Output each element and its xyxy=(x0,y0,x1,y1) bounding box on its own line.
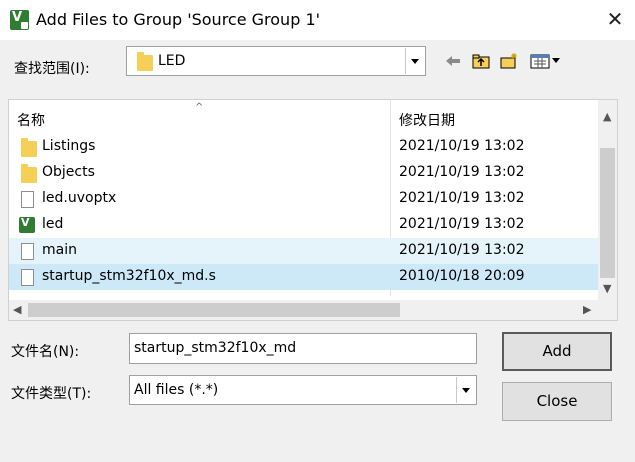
sort-up-icon: ^ xyxy=(195,102,204,113)
folder-icon xyxy=(21,164,37,183)
title-bar: Add Files to Group 'Source Group 1' ✕ xyxy=(0,0,635,40)
file-date: 2010/10/18 20:09 xyxy=(399,268,525,284)
file-name: Listings xyxy=(42,138,96,154)
file-list[interactable]: ^ 名称 修改日期 Listings 2021/10/19 13:02 Obje… xyxy=(8,99,618,321)
filetype-label: 文件类型(T): xyxy=(11,386,92,402)
file-name: startup_stm32f10x_md.s xyxy=(42,268,216,284)
back-arrow-icon[interactable] xyxy=(444,52,462,70)
file-date: 2021/10/19 13:02 xyxy=(399,242,525,258)
vertical-scrollbar[interactable]: ▲ ▼ xyxy=(598,100,617,300)
list-item[interactable]: main 2021/10/19 13:02 xyxy=(9,238,599,264)
scroll-right-icon[interactable]: ▶ xyxy=(583,303,591,316)
folder-icon xyxy=(137,52,153,71)
file-name: Objects xyxy=(42,164,95,180)
column-date[interactable]: 修改日期 xyxy=(399,110,455,130)
horizontal-scrollbar[interactable]: ◀ ▶ xyxy=(9,300,599,320)
close-button[interactable]: Close xyxy=(502,382,612,421)
column-name[interactable]: 名称 xyxy=(17,110,45,130)
list-item-selected[interactable]: startup_stm32f10x_md.s 2010/10/18 20:09 xyxy=(9,264,599,290)
file-name: led xyxy=(42,216,64,232)
file-date: 2021/10/19 13:02 xyxy=(399,138,525,154)
filename-input[interactable]: startup_stm32f10x_md xyxy=(129,333,477,364)
look-in-label: 查找范围(I): xyxy=(14,61,90,77)
file-icon xyxy=(21,269,34,286)
file-date: 2021/10/19 13:02 xyxy=(399,190,525,206)
chevron-down-icon[interactable] xyxy=(405,48,424,74)
look-in-value: LED xyxy=(158,53,186,69)
scroll-thumb[interactable] xyxy=(600,148,615,278)
scroll-thumb[interactable] xyxy=(28,303,400,317)
file-icon xyxy=(21,191,34,208)
list-item[interactable]: Listings 2021/10/19 13:02 xyxy=(9,134,599,160)
filename-label: 文件名(N): xyxy=(11,344,80,360)
filetype-value: All files (*.*) xyxy=(134,382,219,398)
file-icon xyxy=(21,243,34,260)
scroll-up-icon[interactable]: ▲ xyxy=(603,110,611,123)
view-menu-icon[interactable] xyxy=(530,52,564,70)
file-name: main xyxy=(42,242,77,258)
uvision-app-icon xyxy=(10,10,29,30)
filetype-combo[interactable]: All files (*.*) xyxy=(129,375,477,405)
scrollbar-corner xyxy=(598,300,617,320)
up-folder-icon[interactable] xyxy=(472,52,490,70)
list-item[interactable]: led.uvoptx 2021/10/19 13:02 xyxy=(9,186,599,212)
list-item[interactable]: led 2021/10/19 13:02 xyxy=(9,212,599,238)
file-name: led.uvoptx xyxy=(42,190,117,206)
column-header: ^ 名称 修改日期 xyxy=(9,102,599,132)
window-title: Add Files to Group 'Source Group 1' xyxy=(36,10,321,29)
add-button[interactable]: Add xyxy=(502,332,612,371)
file-date: 2021/10/19 13:02 xyxy=(399,216,525,232)
list-item[interactable]: Objects 2021/10/19 13:02 xyxy=(9,160,599,186)
look-in-combo[interactable]: LED xyxy=(126,46,426,76)
folder-icon xyxy=(21,138,37,157)
new-folder-icon[interactable] xyxy=(500,52,518,70)
chevron-down-icon[interactable] xyxy=(456,377,475,403)
uvision-project-icon xyxy=(19,216,35,233)
scroll-left-icon[interactable]: ◀ xyxy=(13,303,21,316)
close-icon[interactable]: ✕ xyxy=(604,8,626,30)
file-date: 2021/10/19 13:02 xyxy=(399,164,525,180)
scroll-down-icon[interactable]: ▼ xyxy=(603,282,611,295)
